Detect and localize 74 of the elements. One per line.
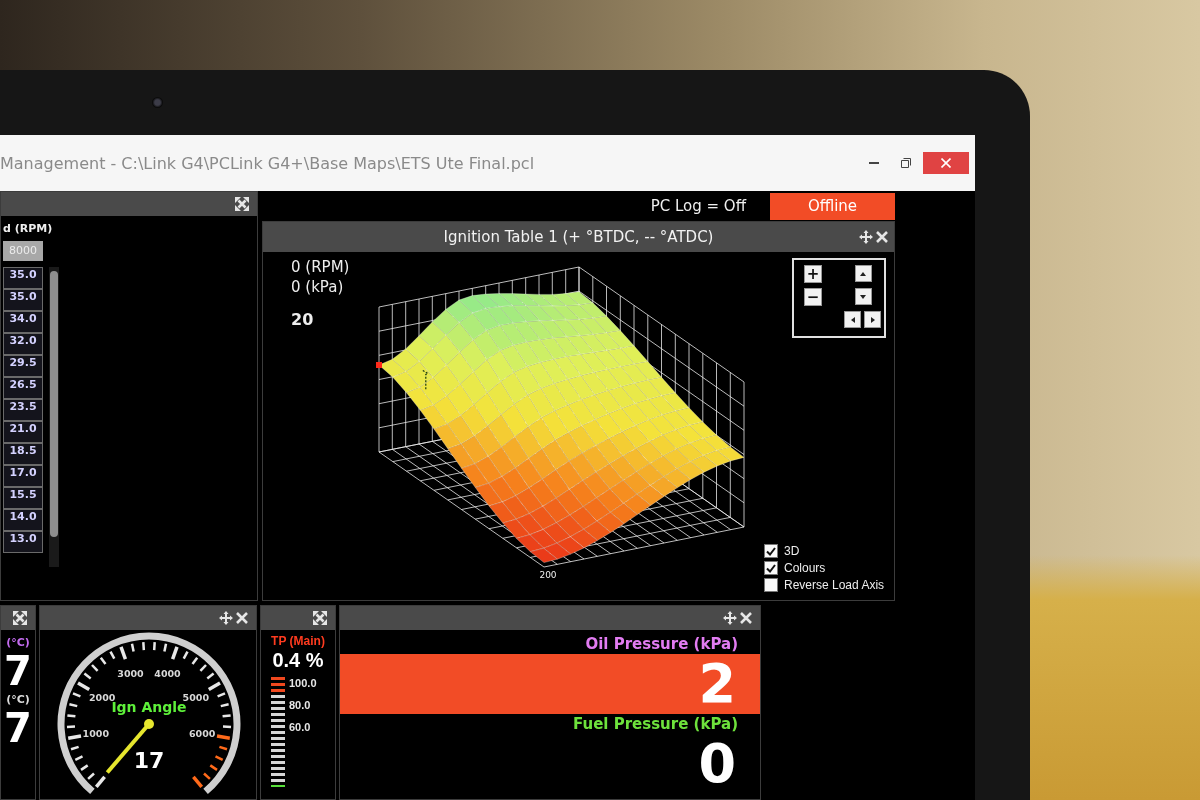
- sensor-label: Fuel Pressure (kPa): [573, 714, 738, 734]
- table-cell: 13.0: [3, 531, 43, 553]
- table-cell: 15.5: [3, 487, 43, 509]
- close-icon[interactable]: [236, 612, 248, 624]
- option-label[interactable]: Colours: [784, 561, 826, 575]
- gauge-scale-label: 1000: [82, 727, 110, 739]
- move-icon[interactable]: [723, 611, 737, 625]
- close-icon[interactable]: [740, 612, 752, 624]
- up-arrow-button[interactable]: [854, 265, 872, 282]
- table-cell: 32.0: [3, 333, 43, 355]
- checkbox[interactable]: [764, 544, 778, 558]
- zoom-in-button[interactable]: +: [804, 265, 822, 283]
- sensor-label: TP (Main): [271, 634, 325, 648]
- option-label[interactable]: Reverse Load Axis: [784, 578, 885, 592]
- sensor-value: 7: [4, 706, 32, 750]
- gauge-scale-label: 4000: [154, 667, 181, 679]
- close-icon[interactable]: [876, 231, 888, 243]
- cell-value-readout: 20: [291, 310, 314, 329]
- right-arrow-button[interactable]: [864, 311, 881, 328]
- checkbox[interactable]: [764, 578, 778, 592]
- left-arrow-button[interactable]: [844, 311, 861, 328]
- bar-scale-label: 80.0: [289, 699, 311, 713]
- expand-icon[interactable]: [13, 611, 27, 625]
- sensor-label: Oil Pressure (kPa): [585, 634, 738, 654]
- gauge-scale-label: 3000: [117, 667, 144, 679]
- axis-readout: 0 (kPa): [291, 278, 344, 296]
- sensor-value: 0: [698, 734, 736, 794]
- table-cell: 21.0: [3, 421, 43, 443]
- down-arrow-button[interactable]: [854, 288, 872, 305]
- checkbox[interactable]: [764, 561, 778, 575]
- bar-scale-label: 60.0: [289, 721, 311, 735]
- axis-readout: 0 (RPM): [291, 258, 350, 276]
- dashed-marker-icon: [421, 369, 429, 391]
- log-status: PC Log = Off: [650, 197, 746, 215]
- axis-label: d (RPM): [3, 222, 53, 235]
- expand-icon[interactable]: [313, 611, 327, 625]
- table-cell: 35.0: [3, 289, 43, 311]
- table-cell: 17.0: [3, 465, 43, 487]
- table-cell: 14.0: [3, 509, 43, 531]
- table-cell: 35.0: [3, 267, 43, 289]
- expand-icon[interactable]: [235, 197, 249, 211]
- table-cell: 29.5: [3, 355, 43, 377]
- sensor-value: 2: [340, 654, 760, 714]
- minimize-icon: [869, 162, 879, 164]
- scrollbar-track[interactable]: [49, 267, 59, 567]
- up-caret-icon: [860, 271, 866, 276]
- right-caret-icon: [870, 316, 875, 323]
- window-title: Management - C:\Link G4\PCLink G4+\Base Maps\ETS Ute Final.pcl: [0, 153, 536, 173]
- table-cell: 23.5: [3, 399, 43, 421]
- bar-scale-label: 100.0: [289, 677, 317, 691]
- table-cell: 26.5: [3, 377, 43, 399]
- table-cell: 18.5: [3, 443, 43, 465]
- sensor-label: (°C): [6, 693, 30, 706]
- left-caret-icon: [850, 316, 855, 323]
- restore-icon: [901, 158, 911, 168]
- sensor-value: 7: [4, 649, 32, 693]
- webcam-icon: [152, 97, 163, 108]
- connection-status-button[interactable]: Offline: [770, 192, 895, 220]
- move-icon[interactable]: [859, 230, 873, 244]
- table-cell: 34.0: [3, 311, 43, 333]
- close-icon: [941, 158, 951, 168]
- axis-tick-label: 200: [538, 570, 557, 580]
- axis-marker-icon: [375, 362, 382, 368]
- column-header: 8000: [3, 241, 43, 261]
- scrollbar-thumb[interactable]: [50, 271, 58, 537]
- sensor-value: 0.4 %: [272, 649, 324, 672]
- down-caret-icon: [860, 294, 866, 299]
- panel-title: Ignition Table 1 (+ °BTDC, -- °ATDC): [443, 228, 714, 246]
- gauge-scale-label: 6000: [188, 727, 216, 739]
- sensor-label: (°C): [6, 636, 30, 649]
- zoom-out-button[interactable]: −: [804, 288, 822, 306]
- gauge-value: 17: [133, 748, 165, 773]
- move-icon[interactable]: [219, 611, 233, 625]
- option-label[interactable]: 3D: [784, 544, 800, 558]
